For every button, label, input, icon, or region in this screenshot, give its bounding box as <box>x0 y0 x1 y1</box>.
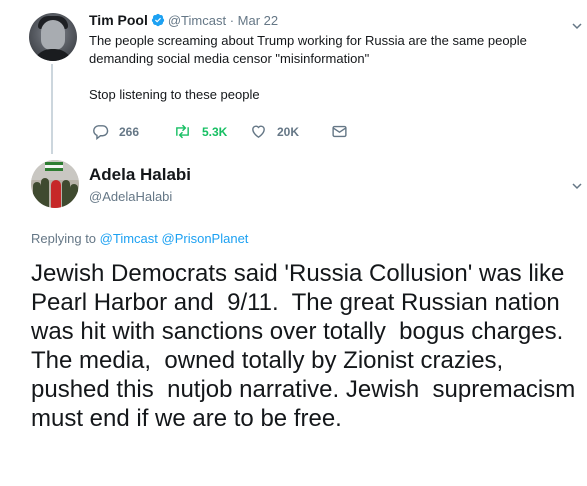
reply-count: 266 <box>119 124 140 139</box>
parent-text-line: The people screaming about Trump working… <box>89 33 527 48</box>
direct-message-button[interactable] <box>331 123 358 140</box>
reply-author-handle[interactable]: @AdelaHalabi <box>89 189 172 204</box>
retweet-icon <box>176 124 189 139</box>
reply-tweet-text: Jewish Democrats said 'Russia Collusion'… <box>31 260 582 432</box>
replying-to-line: Replying to @Timcast @PrisonPlanet <box>31 231 248 246</box>
replying-to-label: Replying to <box>31 231 97 246</box>
retweet-count: 5.3K <box>202 124 228 139</box>
parent-tweet-text: The people screaming about Trump working… <box>89 32 569 104</box>
reply-icon <box>93 125 109 140</box>
retweet-button[interactable]: 5.3K <box>173 123 227 140</box>
reply-author-name[interactable]: Adela Halabi <box>89 165 191 185</box>
like-button[interactable]: 20K <box>250 123 299 140</box>
heart-icon <box>252 125 265 139</box>
parent-text-line: demanding social media censor "misinform… <box>89 51 370 66</box>
chevron-down-icon[interactable] <box>571 20 583 32</box>
parent-tweet-date[interactable]: Mar 22 <box>238 13 278 28</box>
header-separator: · <box>229 13 235 28</box>
mention-link-prisonplanet[interactable]: @PrisonPlanet <box>162 231 249 246</box>
parent-tweet-header: Tim Pool @Timcast · Mar 22 <box>89 12 278 30</box>
parent-text-line: Stop listening to these people <box>89 87 260 102</box>
adela-halabi-avatar[interactable] <box>31 160 79 208</box>
envelope-icon <box>332 125 347 138</box>
mention-link-timcast[interactable]: @Timcast <box>100 231 158 246</box>
reply-button[interactable]: 266 <box>92 123 139 140</box>
parent-author-handle[interactable]: @Timcast <box>168 13 226 28</box>
chevron-down-icon[interactable] <box>571 180 583 192</box>
tim-pool-avatar[interactable] <box>29 13 77 61</box>
thread-connector-line <box>51 64 53 154</box>
like-count: 20K <box>277 124 300 139</box>
parent-author-name[interactable]: Tim Pool <box>89 12 148 28</box>
verified-badge-icon <box>151 13 165 30</box>
